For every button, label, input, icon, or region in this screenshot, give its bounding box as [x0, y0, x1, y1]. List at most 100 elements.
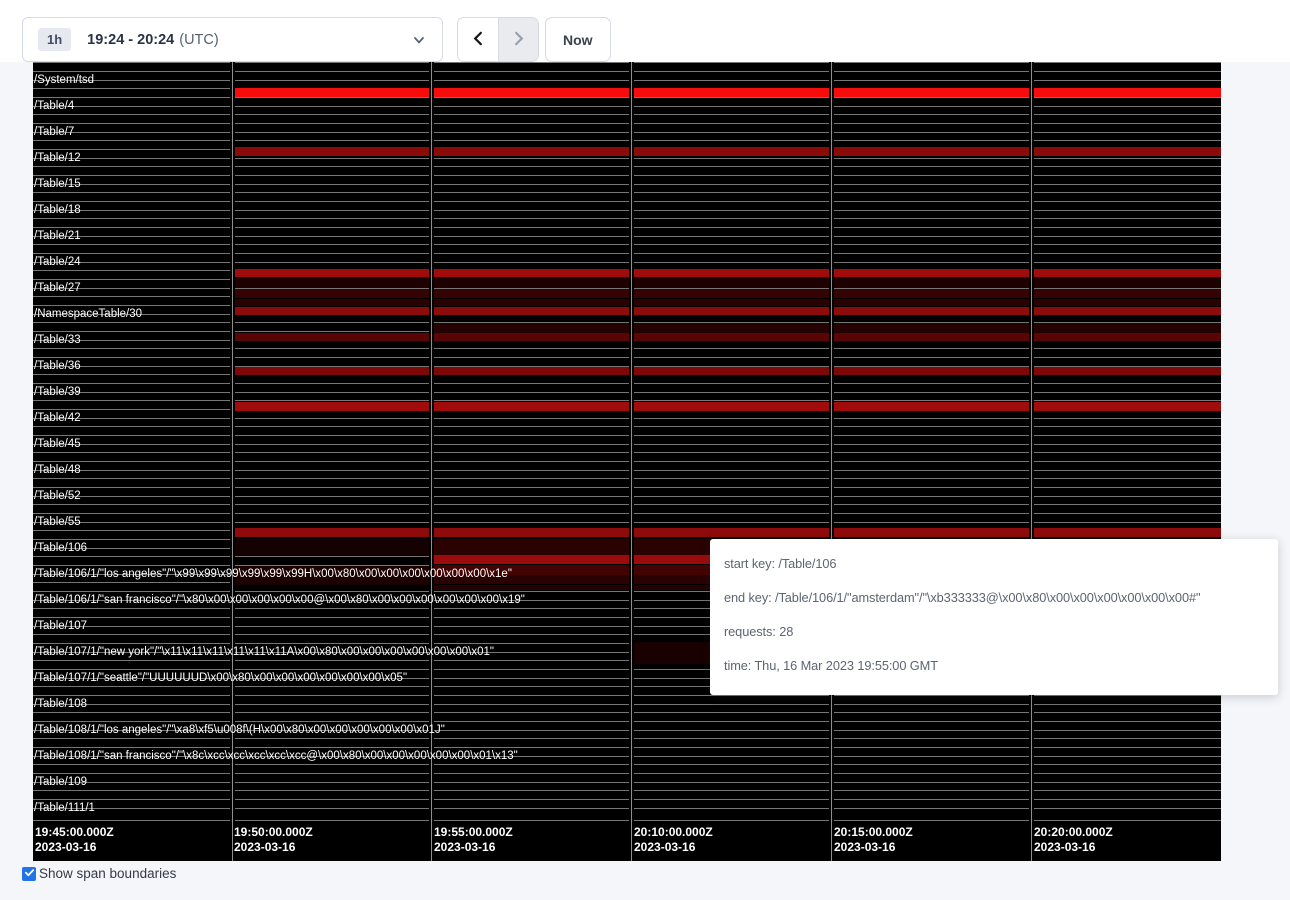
- span-tooltip: start key: /Table/106 end key: /Table/10…: [710, 539, 1278, 695]
- time-axis-tick: 19:45:00.000Z2023-03-16: [35, 825, 114, 855]
- time-gridline: [429, 62, 434, 861]
- span-boundary-line: [33, 392, 1221, 393]
- tick-time: 19:45:00.000Z: [35, 825, 114, 840]
- span-boundary-line: [33, 357, 1221, 358]
- key-span-label: /Table/36: [34, 359, 81, 374]
- span-boundary-line: [33, 210, 1221, 211]
- span-boundary-line: [33, 123, 1221, 124]
- key-span-label: /Table/48: [34, 463, 81, 478]
- key-span-label: /NamespaceTable/30: [34, 307, 142, 322]
- span-boundary-line: [33, 71, 1221, 72]
- chevron-left-icon: [471, 30, 486, 50]
- heat-band: [232, 88, 1221, 97]
- span-boundary-line: [33, 140, 1221, 141]
- key-span-label: /Table/21: [34, 229, 81, 244]
- span-boundary-line: [33, 106, 1221, 107]
- span-boundary-line: [33, 461, 1221, 462]
- chevron-right-icon: [511, 30, 526, 50]
- time-axis-tick: 20:10:00.000Z2023-03-16: [634, 825, 713, 855]
- span-boundary-line: [33, 166, 1221, 167]
- span-boundary-line: [33, 444, 1221, 445]
- span-boundary-line: [33, 418, 1221, 419]
- time-axis-tick: 20:15:00.000Z2023-03-16: [834, 825, 913, 855]
- key-span-label: /Table/106/1/"san francisco"/"\x80\x00\x…: [34, 593, 525, 608]
- span-boundary-line: [33, 773, 1221, 774]
- time-range-selector[interactable]: 1h 19:24 - 20:24 (UTC): [22, 17, 443, 62]
- heat-band: [232, 402, 1221, 411]
- span-boundary-line: [33, 158, 1221, 159]
- key-visualizer-canvas[interactable]: /System/tsd/Table/4/Table/7/Table/12/Tab…: [33, 62, 1221, 861]
- time-gridline: [1029, 62, 1034, 861]
- tick-time: 20:15:00.000Z: [834, 825, 913, 840]
- span-boundary-line: [33, 721, 1221, 722]
- key-span-label: /Table/42: [34, 411, 81, 426]
- span-boundary-line: [33, 184, 1221, 185]
- span-boundary-line: [33, 782, 1221, 783]
- span-boundary-line: [33, 218, 1221, 219]
- span-boundary-line: [33, 426, 1221, 427]
- span-boundary-line: [33, 695, 1221, 696]
- key-span-label: /Table/4: [34, 99, 74, 114]
- span-boundary-line: [33, 262, 1221, 263]
- span-boundary-line: [33, 513, 1221, 514]
- heat-band: [232, 299, 1221, 306]
- key-span-label: /Table/27: [34, 281, 81, 296]
- heat-band: [232, 147, 1221, 156]
- checkmark-icon: [24, 865, 35, 883]
- heat-band: [232, 307, 1221, 315]
- key-span-label: /Table/12: [34, 151, 81, 166]
- show-span-boundaries-checkbox[interactable]: [22, 867, 36, 881]
- toolbar: 1h 19:24 - 20:24 (UTC) Now: [0, 0, 1290, 62]
- heat-band: [232, 269, 1221, 277]
- time-range-duration-badge: 1h: [38, 28, 71, 51]
- chevron-down-icon: [412, 33, 426, 52]
- span-boundary-line: [33, 348, 1221, 349]
- span-boundary-line: [33, 747, 1221, 748]
- now-button[interactable]: Now: [545, 17, 611, 62]
- span-boundary-line: [33, 470, 1221, 471]
- span-boundary-line: [33, 808, 1221, 809]
- heat-band: [431, 323, 1221, 333]
- key-span-label: /Table/111/1: [34, 801, 95, 816]
- time-range-zone: (UTC): [179, 32, 218, 48]
- key-span-label: /Table/108/1/"san francisco"/"\x8c\xcc\x…: [34, 749, 518, 764]
- heat-band: [232, 278, 1221, 288]
- time-pager: [457, 17, 539, 62]
- span-boundary-line: [33, 799, 1221, 800]
- previous-interval-button[interactable]: [458, 18, 498, 61]
- heat-band: [232, 528, 1221, 537]
- span-boundary-line: [33, 227, 1221, 228]
- key-span-label: /System/tsd: [34, 73, 94, 88]
- key-span-label: /Table/106: [34, 541, 87, 556]
- time-gridline: [230, 62, 235, 861]
- tooltip-start-key: start key: /Table/106: [724, 554, 1264, 574]
- span-boundary-line: [33, 175, 1221, 176]
- key-span-label: /Table/107/1/"new york"/"\x11\x11\x11\x1…: [34, 645, 494, 660]
- span-boundary-line: [33, 496, 1221, 497]
- key-span-label: /Table/108: [34, 697, 87, 712]
- key-span-label: /Table/24: [34, 255, 81, 270]
- heat-band: [232, 289, 1221, 298]
- next-interval-button[interactable]: [498, 18, 538, 61]
- key-span-label: /Table/55: [34, 515, 81, 530]
- key-span-label: /Table/107/1/"seattle"/"UUUUUUD\x00\x80\…: [34, 671, 407, 686]
- span-boundary-line: [33, 478, 1221, 479]
- span-boundary-line: [33, 704, 1221, 705]
- key-span-label: /Table/109: [34, 775, 87, 790]
- key-span-label: /Table/45: [34, 437, 81, 452]
- span-boundary-line: [33, 201, 1221, 202]
- span-boundary-line: [33, 487, 1221, 488]
- heat-band: [232, 333, 1221, 341]
- tooltip-end-key: end key: /Table/106/1/"amsterdam"/"\xb33…: [724, 588, 1264, 608]
- span-boundary-line: [33, 712, 1221, 713]
- show-span-boundaries-label: Show span boundaries: [39, 866, 176, 881]
- span-boundary-line: [33, 400, 1221, 401]
- span-boundary-line: [33, 522, 1221, 523]
- tick-date: 2023-03-16: [234, 840, 313, 855]
- key-span-label: /Table/15: [34, 177, 81, 192]
- key-span-label: /Table/108/1/"los angeles"/"\xa8\xf5\u00…: [34, 723, 445, 738]
- span-boundary-line: [33, 244, 1221, 245]
- tooltip-time: time: Thu, 16 Mar 2023 19:55:00 GMT: [724, 656, 1264, 676]
- span-boundary-line: [33, 62, 1221, 63]
- span-boundary-line: [33, 738, 1221, 739]
